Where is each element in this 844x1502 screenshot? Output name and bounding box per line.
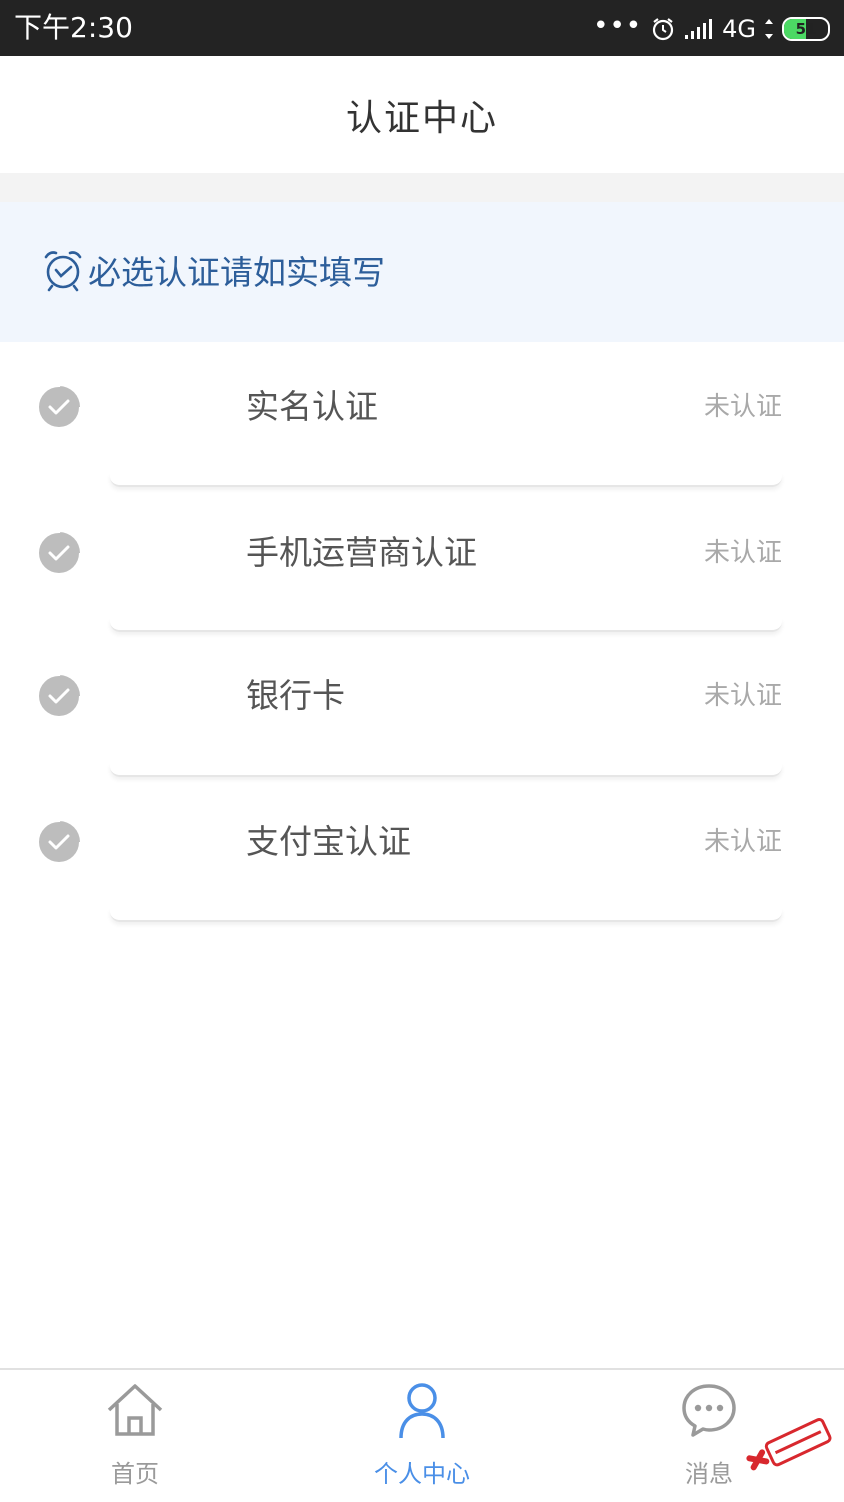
alarm-clock-icon	[44, 251, 82, 292]
status-indicators: ••• 4G 51	[593, 12, 830, 46]
bottom-tab-bar: 首页 个人中心 消息	[0, 1368, 844, 1502]
battery-icon: 51	[782, 17, 830, 41]
check-circle-icon	[37, 531, 81, 575]
check-circle-icon	[37, 674, 81, 718]
verify-item-bank-card[interactable]: 银行卡 未认证	[0, 632, 844, 777]
item-card-edge	[110, 618, 782, 632]
person-icon	[399, 1383, 445, 1439]
alarm-icon	[653, 18, 674, 41]
tab-label: 首页	[111, 1460, 159, 1488]
verify-item-real-name[interactable]: 实名认证 未认证	[0, 342, 844, 487]
more-dots: •••	[593, 11, 643, 41]
item-card-edge	[110, 908, 782, 922]
verify-item-carrier[interactable]: 手机运营商认证 未认证	[0, 487, 844, 632]
tab-home[interactable]: 首页	[35, 1370, 235, 1502]
verify-item-label: 支付宝认证	[246, 822, 411, 861]
chat-bubble-icon	[682, 1384, 736, 1437]
home-icon	[107, 1384, 163, 1436]
item-card-edge	[110, 473, 782, 487]
section-divider	[0, 173, 844, 202]
status-time: 下午2:30	[14, 11, 133, 44]
status-bar: 下午2:30 ••• 4G 51	[0, 0, 844, 56]
battery-level: 51	[795, 20, 817, 38]
page-header: 认证中心	[0, 56, 844, 173]
verify-item-alipay[interactable]: 支付宝认证 未认证	[0, 777, 844, 922]
watermark-logo	[746, 1418, 832, 1471]
verify-item-label: 实名认证	[246, 387, 378, 426]
network-type: 4G	[722, 15, 756, 43]
check-circle-icon	[37, 820, 81, 864]
item-card-edge	[110, 763, 782, 777]
notice-text: 必选认证请如实填写	[88, 253, 385, 292]
data-arrows-icon	[765, 19, 773, 39]
verify-status: 未认证	[703, 538, 782, 568]
verification-list: 实名认证 未认证 手机运营商认证 未认证 银行卡 未认证 支付宝认证 未认证	[0, 342, 844, 922]
tab-label: 个人中心	[374, 1460, 470, 1488]
verify-status: 未认证	[703, 827, 782, 857]
verify-status: 未认证	[703, 392, 782, 422]
tab-profile[interactable]: 个人中心	[322, 1370, 522, 1502]
signal-icon	[685, 19, 713, 39]
page-title: 认证中心	[345, 97, 498, 139]
notice-banner: 必选认证请如实填写	[0, 202, 844, 342]
verify-status: 未认证	[703, 681, 782, 711]
verify-item-label: 银行卡	[246, 676, 345, 715]
verify-item-label: 手机运营商认证	[246, 533, 477, 572]
check-circle-icon	[37, 385, 81, 429]
